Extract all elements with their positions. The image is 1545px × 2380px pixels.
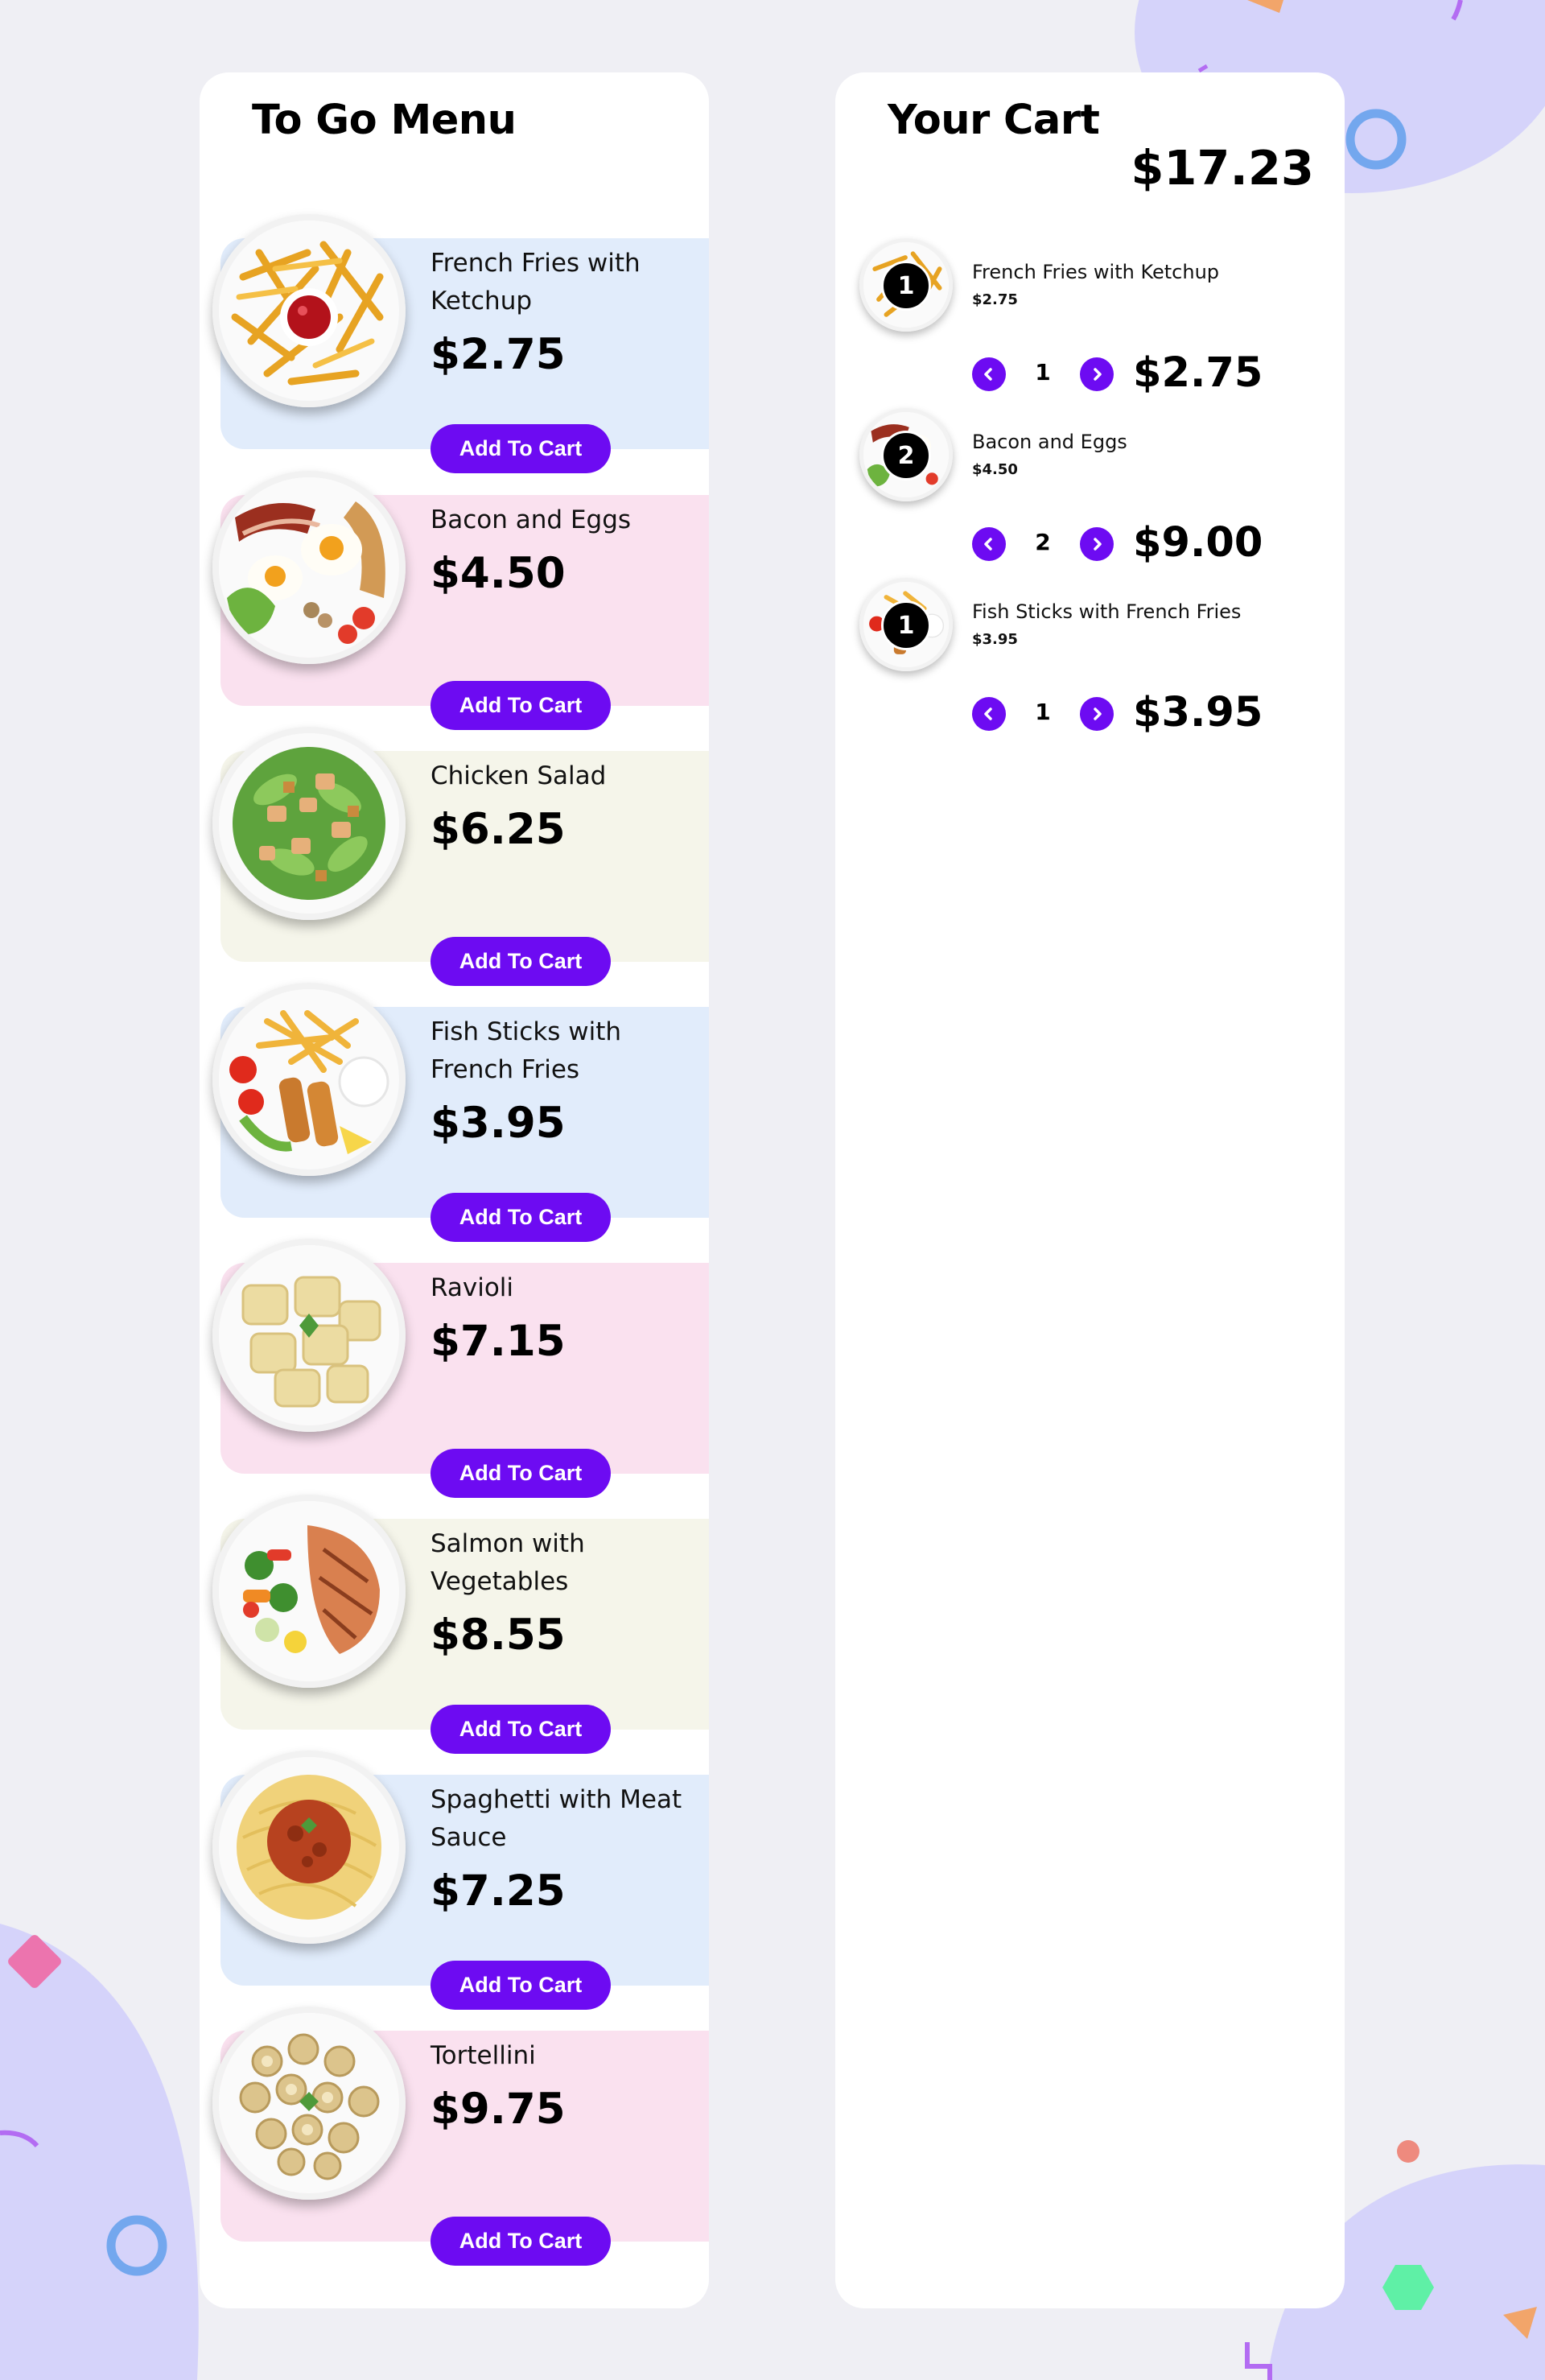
cart-item-name: Bacon and Eggs [972,431,1127,453]
add-to-cart-button[interactable]: Add To Cart [431,1961,611,2010]
cart-item-unit-price: $2.75 [972,291,1018,308]
cart-item-name: Fish Sticks with French Fries [972,600,1242,623]
menu-item-price: $2.75 [431,330,566,379]
add-to-cart-button[interactable]: Add To Cart [431,1193,611,1242]
cart-item-name: French Fries with Ketchup [972,261,1220,283]
menu-item: French Fries with Ketchup $2.75 Add To C… [200,214,709,473]
add-to-cart-button[interactable]: Add To Cart [431,1449,611,1498]
bacon-eggs-plate-icon [212,471,406,664]
menu-item: Salmon with Vegetables $8.55 Add To Cart [200,1495,709,1754]
menu-item: Chicken Salad $6.25 Add To Cart [200,727,709,986]
menu-item: Fish Sticks with French Fries $3.95 Add … [200,983,709,1242]
increase-quantity-button[interactable] [1080,697,1114,731]
cart-total: $17.23 [1131,140,1314,196]
fish-sticks-plate-icon [212,983,406,1176]
cart-qty-badge: 1 [881,261,931,311]
menu-panel: To Go Menu French Fries with Ketchup $2.… [200,72,709,2308]
cart-qty-badge: 1 [881,600,931,650]
menu-item: Bacon and Eggs $4.50 Add To Cart [200,471,709,730]
decrease-quantity-button[interactable] [972,527,1006,561]
menu-item-name: Chicken Salad [431,761,607,790]
chevron-right-icon [1094,707,1102,720]
menu-item: Ravioli $7.15 Add To Cart [200,1239,709,1498]
add-to-cart-button[interactable]: Add To Cart [431,424,611,473]
menu-item-name: Fish Sticks with French Fries [431,1017,622,1084]
menu-item-name: Salmon with Vegetables [431,1529,585,1596]
dot-icon [1397,2140,1419,2163]
menu-item-price: $3.95 [431,1099,566,1148]
add-to-cart-button[interactable]: Add To Cart [431,1705,611,1754]
spaghetti-plate-icon [212,1751,406,1944]
menu-item: Tortellini $9.75 Add To Cart [200,2007,709,2266]
cart-item-quantity: 2 [1035,529,1051,555]
cart-item-line-total: $2.75 [1133,349,1263,397]
cart-item-unit-price: $4.50 [972,461,1018,478]
salmon-plate-icon [212,1495,406,1688]
cart-item-line-total: $9.00 [1133,519,1263,567]
menu-item-price: $8.55 [431,1611,566,1660]
menu-item-name: French Fries with Ketchup [431,249,641,316]
menu-item-name: Bacon and Eggs [431,505,632,534]
bottom-left-blob-icon [0,1924,199,2380]
cart-item-quantity: 1 [1035,359,1051,386]
decrease-quantity-button[interactable] [972,357,1006,391]
chevron-right-icon [1094,538,1102,551]
menu-item-name: Ravioli [431,1273,514,1302]
ravioli-plate-icon [212,1239,406,1432]
chevron-left-icon [984,368,992,381]
french-fries-plate-icon [212,214,406,407]
menu-title: To Go Menu [252,97,517,144]
menu-item-price: $6.25 [431,805,566,854]
chevron-left-icon [984,538,992,551]
menu-item-price: $7.15 [431,1317,566,1366]
chicken-salad-plate-icon [212,727,406,920]
menu-item-name: Spaghetti with Meat Sauce [431,1785,682,1852]
cart-item-line-total: $3.95 [1133,689,1263,736]
chevron-left-icon [984,707,992,720]
increase-quantity-button[interactable] [1080,357,1114,391]
decrease-quantity-button[interactable] [972,697,1006,731]
tortellini-plate-icon [212,2007,406,2200]
cart-item-unit-price: $3.95 [972,631,1018,648]
menu-item-price: $7.25 [431,1866,566,1916]
cart-title: Your Cart [888,97,1100,144]
cart-item: 1 Fish Sticks with French Fries $3.95 1 … [835,578,1345,747]
cart-item: 2 Bacon and Eggs $4.50 2 $9.00 [835,408,1345,577]
menu-item: Spaghetti with Meat Sauce $7.25 Add To C… [200,1751,709,2010]
add-to-cart-button[interactable]: Add To Cart [431,937,611,986]
cart-item-quantity: 1 [1035,699,1051,725]
cart-item: 1 French Fries with Ketchup $2.75 1 $2.7… [835,238,1345,407]
menu-item-price: $9.75 [431,2085,566,2134]
add-to-cart-button[interactable]: Add To Cart [431,2217,611,2266]
cart-panel: Your Cart $17.23 1 French Fries with Ket… [835,72,1345,2308]
menu-item-name: Tortellini [431,2041,536,2070]
increase-quantity-button[interactable] [1080,527,1114,561]
chevron-right-icon [1094,368,1102,381]
cart-qty-badge: 2 [881,431,931,481]
menu-item-price: $4.50 [431,549,566,598]
add-to-cart-button[interactable]: Add To Cart [431,681,611,730]
